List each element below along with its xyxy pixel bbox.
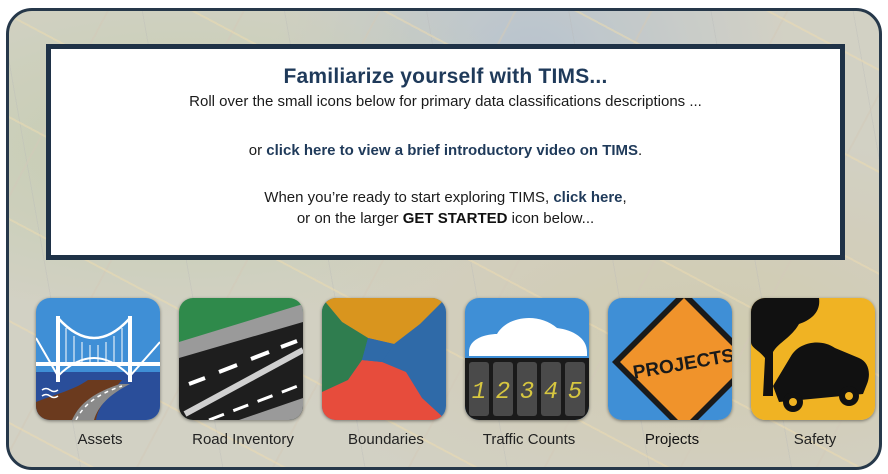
intro-video-link[interactable]: click here to view a brief introductory … [266, 142, 638, 159]
start-line-prefix: When you’re ready to start exploring TIM… [264, 189, 554, 206]
tile-label-safety[interactable]: Safety [745, 431, 885, 448]
tile-label-assets[interactable]: Assets [30, 431, 170, 448]
safety-tile[interactable] [751, 298, 875, 420]
traffic-digit-1: 1 [472, 379, 486, 406]
traffic-digit-2: 2 [496, 379, 510, 406]
video-line-suffix: . [638, 142, 643, 159]
start-line-suffix: , [622, 189, 627, 206]
assets-tile[interactable] [36, 298, 160, 420]
get-started-suffix: icon below... [507, 210, 595, 227]
road-inventory-tile[interactable] [179, 298, 303, 420]
traffic-counter-icon: 1 2 3 4 5 [465, 298, 589, 420]
intro-instructions: Roll over the small icons below for prim… [189, 93, 702, 110]
projects-sign-icon: PROJECTS [608, 298, 732, 420]
boundaries-icon [322, 298, 446, 420]
traffic-counts-tile[interactable]: 1 2 3 4 5 [465, 298, 589, 420]
start-exploring-link[interactable]: click here [553, 189, 622, 206]
video-line: or click here to view a brief introducto… [51, 142, 840, 159]
road-icon [179, 298, 303, 420]
bridge-icon [36, 298, 160, 420]
tile-label-boundaries[interactable]: Boundaries [316, 431, 456, 448]
traffic-digit-4: 4 [544, 379, 558, 406]
get-started-line: or on the larger GET STARTED icon below.… [51, 210, 840, 227]
start-line: When you’re ready to start exploring TIM… [51, 189, 840, 206]
tile-label-projects[interactable]: Projects [602, 431, 742, 448]
tile-label-road-inventory[interactable]: Road Inventory [173, 431, 313, 448]
video-line-prefix: or [248, 142, 267, 159]
traffic-digit-5: 5 [568, 379, 582, 406]
intro-title: Familiarize yourself with TIMS... [283, 65, 608, 88]
boundaries-tile[interactable] [322, 298, 446, 420]
get-started-text: GET STARTED [402, 210, 508, 227]
tile-label-traffic-counts[interactable]: Traffic Counts [459, 431, 599, 448]
traffic-digit-3: 3 [520, 379, 534, 406]
get-started-prefix: or on the larger [296, 210, 403, 227]
car-crash-icon [751, 298, 875, 420]
projects-tile[interactable]: PROJECTS [608, 298, 732, 420]
intro-panel: Familiarize yourself with TIMS... Roll o… [46, 44, 845, 260]
